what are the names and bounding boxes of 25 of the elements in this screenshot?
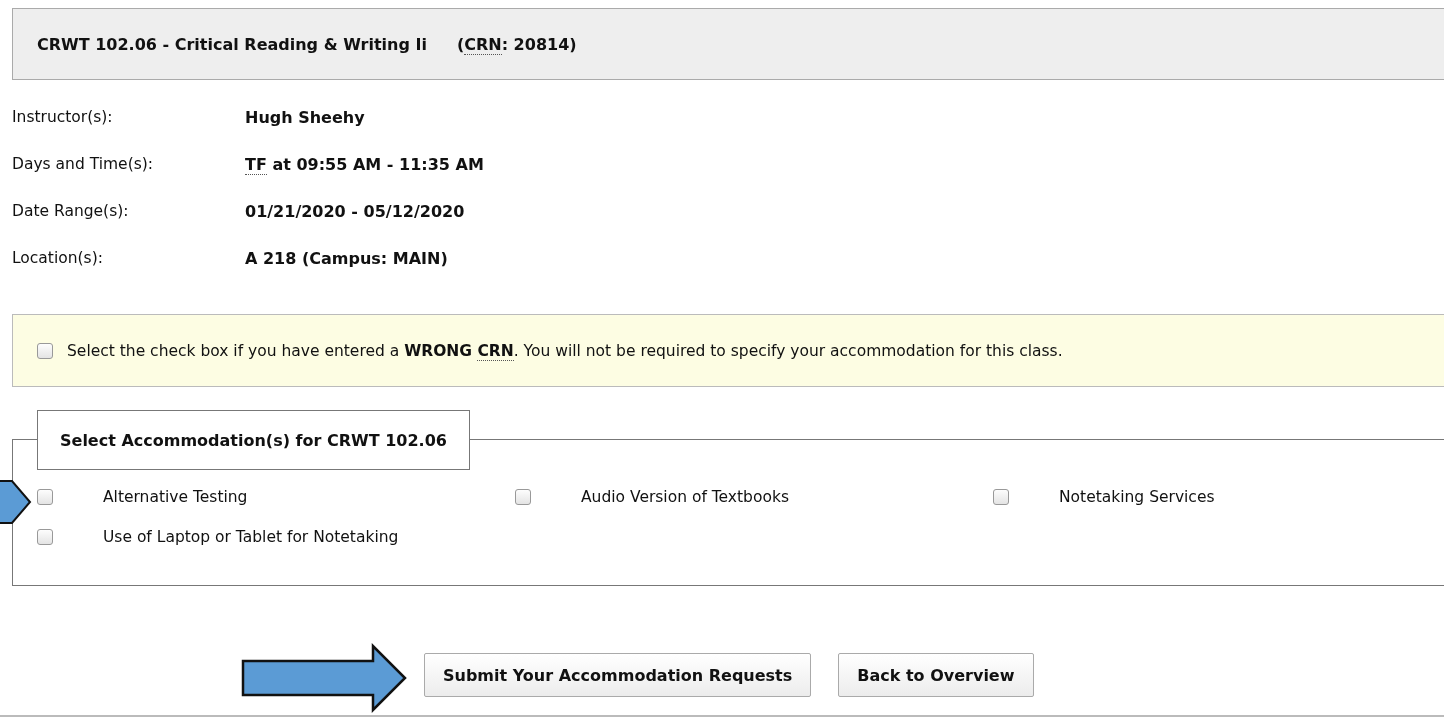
- accommodation-label[interactable]: Audio Version of Textbooks: [581, 488, 789, 506]
- detail-label: Instructor(s):: [12, 107, 114, 128]
- back-button[interactable]: Back to Overview: [838, 653, 1034, 697]
- detail-value: 01/21/2020 - 05/12/2020: [245, 201, 465, 223]
- accommodation-checkbox[interactable]: [993, 489, 1009, 505]
- course-title: CRWT 102.06 - Critical Reading & Writing Ii: [37, 34, 427, 54]
- detail-value: Hugh Sheehy: [245, 107, 365, 129]
- accommodation-label[interactable]: Alternative Testing: [103, 488, 248, 506]
- detail-label: Days and Time(s):: [12, 154, 155, 175]
- detail-label: Date Range(s):: [12, 201, 130, 222]
- notice-text: Select the check box if you have entered a WRONG CRN. You will not be required to specify your accommodation for this class.: [67, 341, 1063, 360]
- fieldset-legend: Select Accommodation(s) for CRWT 102.06: [37, 410, 470, 470]
- submit-button[interactable]: Submit Your Accommodation Requests: [424, 653, 812, 697]
- accommodation-checkbox[interactable]: [37, 529, 53, 545]
- wrong-crn-checkbox[interactable]: [37, 342, 53, 359]
- crn-text: (CRN: 20814): [456, 34, 577, 54]
- accommodation-label[interactable]: Use of Laptop or Tablet for Notetaking: [103, 528, 399, 546]
- accommodation-label[interactable]: Notetaking Services: [1059, 488, 1215, 506]
- accommodation-checkbox[interactable]: [37, 489, 53, 505]
- arrow-icon: [0, 479, 32, 525]
- detail-label: Location(s):: [12, 248, 104, 269]
- arrow-icon: [240, 643, 408, 713]
- accommodation-checkbox[interactable]: [515, 489, 531, 505]
- detail-value: A 218 (Campus: MAIN): [245, 248, 448, 270]
- detail-value: TF at 09:55 AM - 11:35 AM: [245, 154, 484, 177]
